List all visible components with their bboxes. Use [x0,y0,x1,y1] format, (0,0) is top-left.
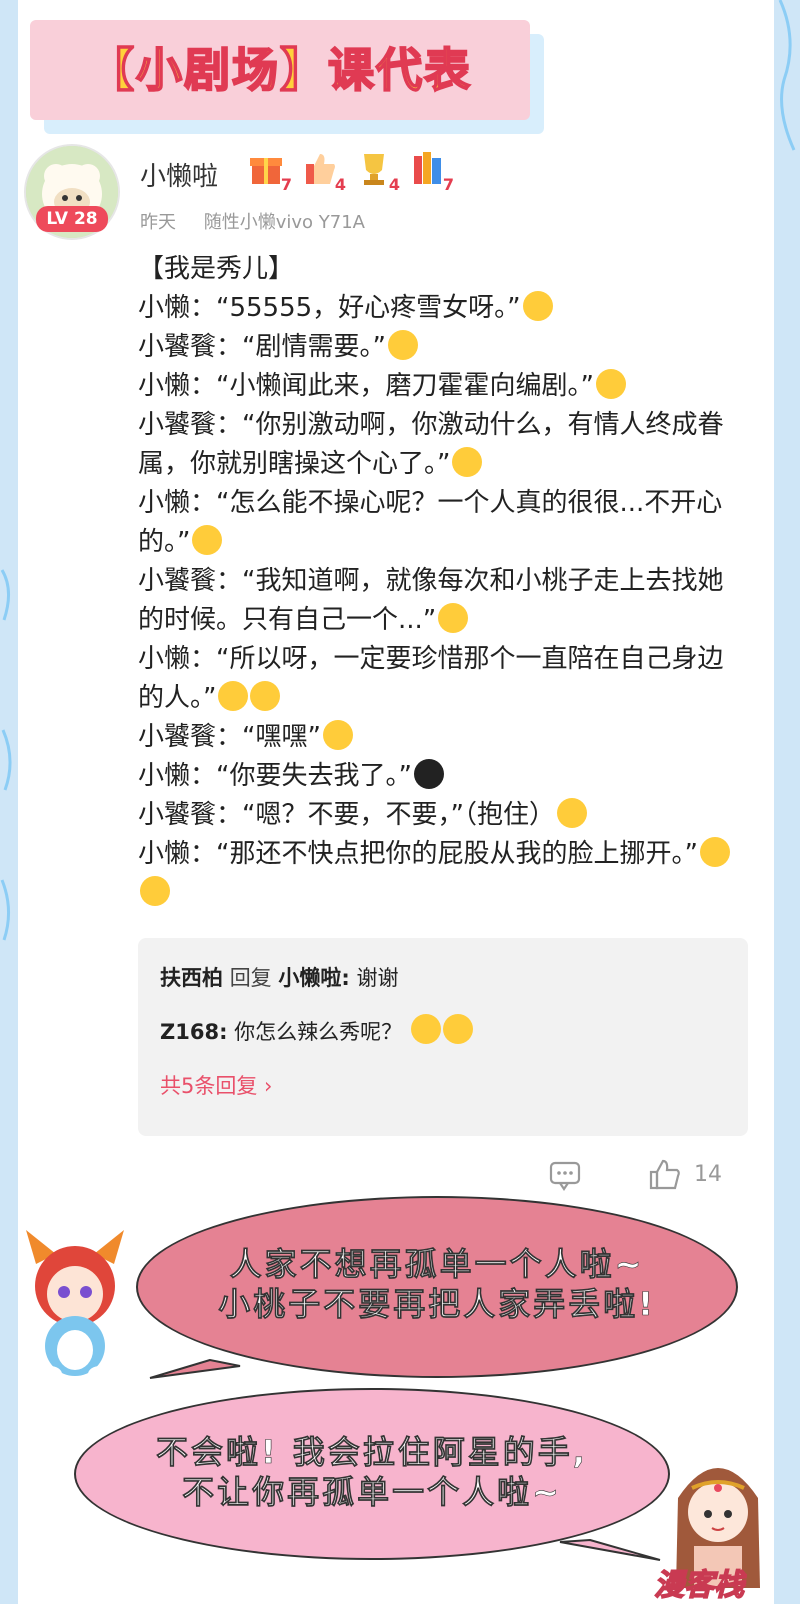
watermark-logo: 漫客栈 [653,1567,745,1604]
bubble-line: 小桃子不要再把人家弄丢啦! [218,1285,656,1324]
speech-bubble: 不会啦! 我会拉住阿星的手, 不让你再孤单一个人啦~ [74,1388,670,1560]
bubble-line: 不让你再孤单一个人啦~ [182,1473,562,1512]
bubble-line: 人家不想再孤单一个人啦~ [229,1245,645,1284]
speech-bubble: 人家不想再孤单一个人啦~ 小桃子不要再把人家弄丢啦! [136,1196,738,1378]
dragon-character-icon [26,1230,124,1382]
bubble-line: 不会啦! 我会拉住阿星的手, [156,1433,588,1472]
